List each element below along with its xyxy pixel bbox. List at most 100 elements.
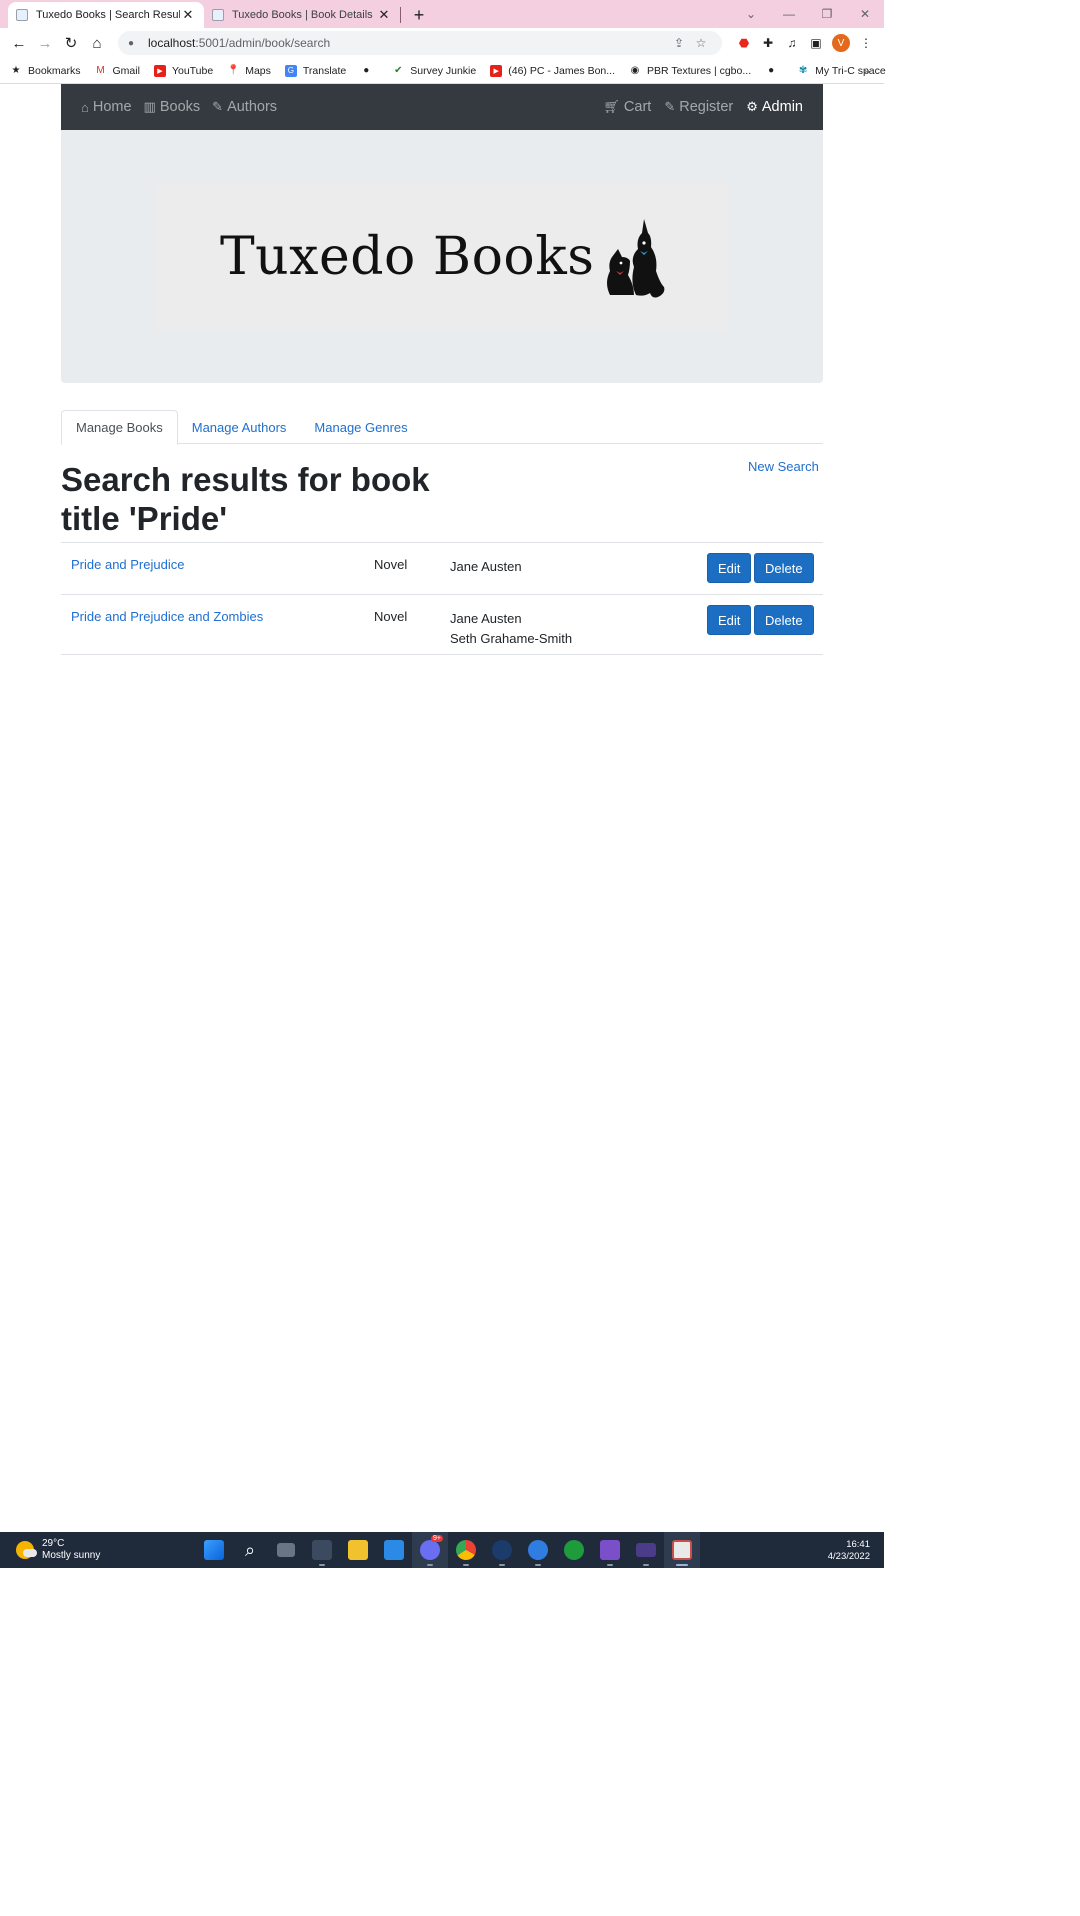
tab-manage-genres[interactable]: Manage Genres (300, 410, 421, 444)
bookmark-translate[interactable]: G Translate (284, 64, 346, 77)
bookmark-gmail[interactable]: M Gmail (95, 65, 140, 77)
taskbar-visual-studio[interactable] (592, 1532, 628, 1568)
page-favicon-icon (212, 9, 224, 21)
task-view-button[interactable] (268, 1532, 304, 1568)
gmail-icon: M (96, 65, 105, 76)
adblock-extension-icon[interactable]: ⬣ (732, 31, 756, 55)
back-icon[interactable]: ← (6, 30, 32, 56)
taskbar-app-calculator[interactable] (304, 1532, 340, 1568)
bookmark-globe-2[interactable]: ● (765, 65, 783, 77)
weather-condition: Mostly sunny (42, 1550, 101, 1561)
terminal-icon (636, 1543, 656, 1557)
tab-manage-authors[interactable]: Manage Authors (178, 410, 301, 444)
taskbar-xbox[interactable] (556, 1532, 592, 1568)
book-icon: ▥ (143, 99, 156, 114)
jumbotron: Tuxedo Books (61, 130, 823, 383)
close-tab-icon[interactable]: ✕ (180, 7, 196, 23)
system-clock[interactable]: 16:41 4/23/2022 (828, 1539, 870, 1563)
book-title-link[interactable]: Pride and Prejudice (71, 557, 184, 572)
book-title-link[interactable]: Pride and Prejudice and Zombies (71, 609, 263, 624)
reload-icon[interactable]: ↻ (58, 30, 84, 56)
tab-manage-books[interactable]: Manage Books (61, 410, 178, 445)
restore-icon[interactable]: ❐ (808, 0, 846, 28)
nav-right-group: 🛒︎ Cart ✎ Register ⚙ Admin (590, 99, 803, 115)
bookmark-pbr-textures[interactable]: ◉ PBR Textures | cgbo... (629, 65, 751, 77)
share-icon[interactable]: ⇪ (668, 36, 690, 50)
edit-button[interactable]: Edit (707, 605, 752, 635)
taskbar-file-explorer[interactable] (340, 1532, 376, 1568)
bookmark-youtube-video[interactable]: ▶ (46) PC - James Bon... (490, 64, 615, 77)
temperature: 29°C (42, 1538, 65, 1549)
extensions-puzzle-icon[interactable]: ✚ (756, 31, 780, 55)
running-indicator (535, 1564, 541, 1566)
bookmark-globe[interactable]: ● (360, 65, 378, 77)
tri-c-icon: ✾ (798, 65, 808, 76)
profile-avatar[interactable]: V (832, 34, 850, 52)
bookmark-bookmarks[interactable]: ★ Bookmarks (10, 65, 81, 77)
nav-admin[interactable]: ⚙ Admin (746, 99, 803, 115)
edit-icon: ✎ (664, 99, 676, 114)
youtube-icon: ▶ (153, 64, 166, 77)
browser-tabstrip: Tuxedo Books | Search Results ✕ Tuxedo B… (0, 0, 884, 28)
bookmark-survey-junkie[interactable]: ✔ Survey Junkie (392, 65, 476, 77)
globe-icon: ● (363, 65, 370, 76)
new-tab-button[interactable]: + (405, 2, 433, 28)
running-indicator (607, 1564, 613, 1566)
palette-icon: ◉ (630, 65, 640, 76)
taskbar-chrome[interactable] (448, 1532, 484, 1568)
lock-icon: ● (128, 38, 135, 49)
taskbar-snipping-tool[interactable] (664, 1532, 700, 1568)
nav-register[interactable]: ✎ Register (664, 99, 733, 115)
nav-authors[interactable]: ✎ Authors (212, 99, 277, 115)
taskbar-steam[interactable] (484, 1532, 520, 1568)
tab-title: Tuxedo Books | Book Details (232, 9, 373, 21)
bookmark-star-icon[interactable]: ☆ (690, 36, 712, 50)
media-control-icon[interactable]: ♫ (780, 31, 804, 55)
forward-icon[interactable]: → (32, 30, 58, 56)
bookmark-tri-c[interactable]: ✾ My Tri-C space (797, 65, 886, 77)
tab-separator (400, 7, 401, 23)
banner-title: Tuxedo Books (220, 227, 595, 287)
minimize-icon[interactable]: — (770, 0, 808, 28)
author-name: Jane Austen (450, 611, 522, 626)
tab-title: Tuxedo Books | Search Results (36, 9, 180, 21)
bookmark-youtube[interactable]: ▶ YouTube (153, 64, 213, 77)
bookmark-maps[interactable]: 📍 Maps (227, 65, 271, 77)
tab-search-icon[interactable]: ⌄ (732, 0, 770, 28)
app-icon (312, 1540, 332, 1560)
task-view-icon (277, 1543, 295, 1557)
nav-home[interactable]: ⌂ Home (81, 99, 132, 115)
close-tab-icon[interactable]: ✕ (376, 7, 392, 23)
new-search-link[interactable]: New Search (748, 459, 819, 474)
browser-tab-book-details[interactable]: Tuxedo Books | Book Details ✕ (204, 2, 400, 28)
taskbar-discord[interactable]: 9+ (412, 1532, 448, 1568)
taskbar-terminal[interactable] (628, 1532, 664, 1568)
taskbar-app-blue[interactable] (520, 1532, 556, 1568)
weather-widget[interactable]: 29°C Mostly sunny (16, 1538, 100, 1562)
close-window-icon[interactable]: ✕ (846, 0, 884, 28)
bookmarks-overflow-icon[interactable]: » (863, 64, 870, 78)
cart-icon: 🛒︎ (603, 99, 620, 114)
author-name: Seth Grahame-Smith (450, 631, 573, 646)
search-button[interactable]: ⌕ (232, 1532, 268, 1568)
taskbar-mail[interactable] (376, 1532, 412, 1568)
book-authors: Jane Austen Seth Grahame-Smith (450, 609, 572, 649)
author-name: Jane Austen (450, 559, 522, 574)
translate-icon: G (284, 64, 297, 77)
visual-studio-icon (600, 1540, 620, 1560)
side-panel-icon[interactable]: ▣ (804, 31, 828, 55)
delete-button[interactable]: Delete (754, 605, 814, 635)
address-bar[interactable]: ● localhost:5001/admin/book/search ⇪ ☆ (118, 31, 722, 55)
edit-button[interactable]: Edit (707, 553, 752, 583)
nav-books[interactable]: ▥ Books (144, 99, 201, 115)
page-title: Search results for book title 'Pride' (61, 461, 430, 537)
home-icon[interactable]: ⌂ (84, 30, 110, 56)
browser-tab-search-results[interactable]: Tuxedo Books | Search Results ✕ (8, 2, 204, 28)
clock-time: 16:41 (846, 1539, 870, 1550)
window-controls: ⌄ — ❐ ✕ (732, 0, 884, 28)
survey-icon: ✔ (394, 65, 403, 76)
nav-cart[interactable]: 🛒︎ Cart (603, 99, 651, 115)
start-button[interactable] (196, 1532, 232, 1568)
menu-kebab-icon[interactable]: ⋮ (854, 31, 878, 55)
delete-button[interactable]: Delete (754, 553, 814, 583)
